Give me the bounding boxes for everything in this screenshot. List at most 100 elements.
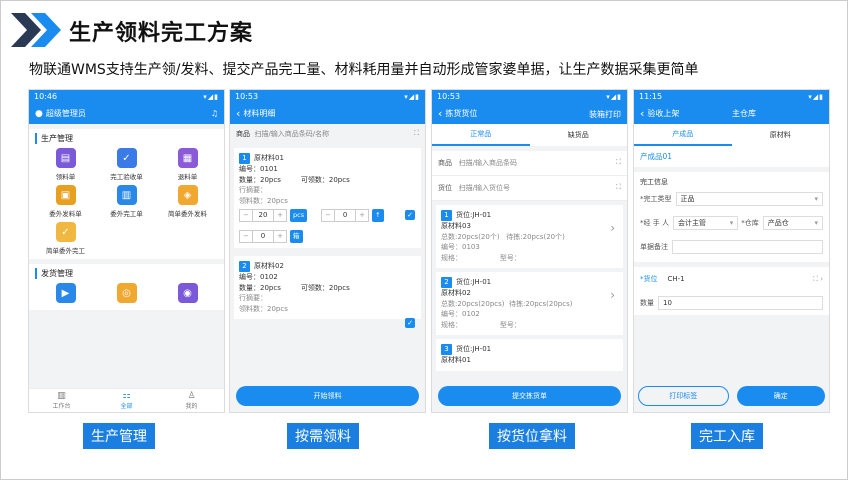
caption-4: 完工入库 — [691, 423, 763, 449]
status-bar: 10:46 ▾◢▮ — [29, 90, 224, 103]
note-input[interactable] — [672, 240, 823, 254]
tab-workbench[interactable]: ▥ 工作台 — [29, 389, 94, 412]
back-icon[interactable]: ‹ — [640, 107, 644, 120]
menu-shipping-1[interactable]: ▶ — [35, 283, 96, 306]
section-production: 生产管理 ▤ 领料单 ✓ 完工验收单 ▦ 退料单 ▣ 委外发料单 ▥ 委外完工单 ◈ 简单委… — [29, 129, 224, 259]
nav-bar: ‹ 验收上架 主仓库 — [634, 103, 829, 124]
menu-outsource-issue[interactable]: ▣ 委外发料单 — [35, 185, 96, 218]
outsource-issue-icon: ▣ — [55, 185, 76, 205]
menu-return-order[interactable]: ▦ 退料单 — [157, 148, 218, 181]
status-bar: 10:53 ▾◢▮ — [230, 90, 425, 103]
grid-icon: ⚏ — [122, 391, 131, 401]
nav-bar: ‹ 材料明细 — [230, 103, 425, 124]
qty-stepper-pcs[interactable]: −20 + — [239, 209, 287, 222]
qty-input[interactable]: 10 — [658, 296, 823, 310]
menu-simple-outsource-issue[interactable]: ◈ 简单委外发料 — [157, 185, 218, 218]
status-bar: 11:15 ▾◢▮ — [634, 90, 829, 103]
pick-card-1[interactable]: 1 货位:JH-01 原材料03 总数:20pcs(20个) 待拣:20pcs(2… — [436, 205, 623, 268]
pick-card-3[interactable]: 3 货位:JH-01 原材料01 — [436, 339, 623, 371]
page-title: 生产领料完工方案 — [69, 21, 254, 46]
warehouse-select[interactable]: 产品仓 ▾ — [762, 216, 823, 230]
section-shipping: 发货管理 ▶ ◎ ◉ — [29, 264, 224, 310]
product-name: 产成品01 — [634, 146, 829, 167]
menu-outsource-complete[interactable]: ▥ 委外完工单 — [96, 185, 157, 218]
truck-icon: ▶ — [55, 283, 76, 303]
outsource-complete-icon: ▥ — [116, 185, 137, 205]
status-bar: 10:53 ▾◢▮ — [432, 90, 627, 103]
person-icon: ♙ — [187, 391, 196, 401]
confirm-button[interactable]: 确定 — [736, 386, 825, 406]
type-select[interactable]: 正品 ▾ — [675, 192, 823, 206]
menu-shipping-3[interactable]: ◉ — [157, 283, 218, 306]
unit-box-button[interactable]: 箱 — [290, 230, 303, 243]
unit-pcs-button[interactable]: pcs — [290, 209, 308, 222]
user-name[interactable]: 超级管理员 — [46, 108, 86, 119]
handler-select[interactable]: 会计主管 ▾ — [672, 216, 739, 230]
location-input[interactable]: CH-1 — [668, 275, 685, 283]
scan-box-icon: ◎ — [116, 283, 137, 303]
tab-bar: ▥ 工作台 ⚏ 全部 ♙ 我的 — [29, 388, 224, 412]
phone-pick-location: 10:53 ▾◢▮ ‹ 拣货货位 装箱打印 正常品 缺货品 商品 扫描/输入商品条码 ⛶… — [431, 89, 628, 413]
warehouse-label: 主仓库 — [732, 109, 756, 118]
user-icon: ● — [35, 108, 43, 119]
submit-picking-button[interactable]: 提交拣货单 — [438, 386, 621, 406]
menu-picking-order[interactable]: ▤ 领料单 — [35, 148, 96, 181]
tabs: 正常品 缺货品 — [432, 124, 627, 146]
tabs: 产成品 原材料 — [634, 124, 829, 146]
pick-card-2[interactable]: 2 货位:JH-01 原材料02 总数:20pcs(20pcs) 待拣:20pcs… — [436, 272, 623, 335]
search-row[interactable]: 商品 扫描/输入商品条码/名称 ⛶ — [230, 124, 425, 144]
phone-putaway: 11:15 ▾◢▮ ‹ 验收上架 主仓库 产成品 原材料 产成品01 完工信息 *完工… — [633, 89, 830, 413]
caption-2: 按需领料 — [287, 423, 359, 449]
completion-info: 完工信息 *完工类型 正品 ▾ *经 手 人会计主管 ▾ *仓库 产品仓 ▾ 单据备注 — [634, 172, 829, 262]
tab-normal[interactable]: 正常品 — [432, 124, 530, 146]
double-chevron-icon — [11, 13, 61, 47]
qty-stepper-box[interactable]: −0 + — [239, 230, 287, 243]
scan-icon: ⛶ — [616, 183, 621, 191]
arrow-up-button[interactable]: ↑ — [372, 209, 384, 222]
back-icon[interactable]: ‹ — [236, 107, 240, 120]
phone-material-detail: 10:53 ▾◢▮ ‹ 材料明细 商品 扫描/输入商品条码/名称 ⛶ 1 原材料01 … — [229, 89, 426, 413]
location-qty: *货位 CH-1 ⛶ › 数量 10 — [634, 267, 829, 315]
product-scan-row[interactable]: 商品 扫描/输入商品条码 ⛶ — [432, 151, 627, 176]
simple-issue-icon: ◈ — [177, 185, 198, 205]
scan-icon: ◉ — [177, 283, 198, 303]
scan-icon: ⛶ — [616, 158, 621, 166]
menu-simple-outsource-complete[interactable]: ✓ 简单委外完工 — [35, 222, 96, 255]
checkbox-checked[interactable]: ✓ — [405, 210, 415, 220]
return-icon: ▦ — [177, 148, 198, 168]
bell-icon[interactable]: ♫ — [211, 109, 218, 118]
simple-complete-icon: ✓ — [55, 222, 76, 242]
chevron-right-icon: › — [610, 288, 615, 302]
print-label-button[interactable]: 打印标签 — [638, 386, 729, 406]
workbench-icon: ▥ — [57, 391, 66, 401]
pack-print-button[interactable]: 装箱打印 — [589, 109, 621, 120]
menu-shipping-2[interactable]: ◎ — [96, 283, 157, 306]
material-card-1: 1 原材料01 编号：0101 数量：20pcs 可领数：20pcs 行摘要： 领… — [234, 148, 421, 248]
back-icon[interactable]: ‹ — [438, 107, 442, 120]
qty-stepper-2[interactable]: −0 + — [321, 209, 370, 222]
start-picking-button[interactable]: 开始领料 — [236, 386, 419, 406]
scan-icon[interactable]: ⛶ — [414, 129, 419, 139]
phone-production-management: 10:46 ▾◢▮ ● 超级管理员 ♫ 生产管理 ▤ 领料单 ✓ 完工验收单 ▦ 退料单… — [28, 89, 225, 413]
search-input: 扫描/输入商品条码/名称 — [254, 130, 330, 138]
chevron-right-icon: › — [610, 221, 615, 235]
tab-raw[interactable]: 原材料 — [732, 124, 830, 146]
menu-completion-check[interactable]: ✓ 完工验收单 — [96, 148, 157, 181]
slide: 生产领料完工方案 物联通WMS支持生产领/发料、提交产品完工量、材料耗用量并自动… — [0, 0, 848, 480]
location-scan-row[interactable]: 货位 扫描/输入货位号 ⛶ — [432, 176, 627, 201]
tab-finished[interactable]: 产成品 — [634, 124, 732, 146]
picking-icon: ▤ — [55, 148, 76, 168]
page-subtitle: 物联通WMS支持生产领/发料、提交产品完工量、材料耗用量并自动形成管家婆单据，让… — [29, 62, 699, 78]
section-title: 生产管理 — [35, 133, 218, 144]
check-icon: ✓ — [116, 148, 137, 168]
scan-icon[interactable]: ⛶ › — [813, 275, 823, 284]
user-header: ● 超级管理员 ♫ — [29, 103, 224, 124]
tab-all[interactable]: ⚏ 全部 — [94, 389, 159, 412]
material-card-2: 2 原材料02 编号：0102 数量：20pcs 可领数：20pcs 行摘要： 领… — [234, 256, 421, 328]
tab-mine[interactable]: ♙ 我的 — [159, 389, 224, 412]
tab-shortage[interactable]: 缺货品 — [530, 124, 628, 146]
checkbox-checked[interactable]: ✓ — [405, 318, 415, 328]
nav-bar: ‹ 拣货货位 装箱打印 — [432, 103, 627, 124]
caption-3: 按货位拿料 — [489, 423, 575, 449]
section-title: 发货管理 — [35, 268, 218, 279]
